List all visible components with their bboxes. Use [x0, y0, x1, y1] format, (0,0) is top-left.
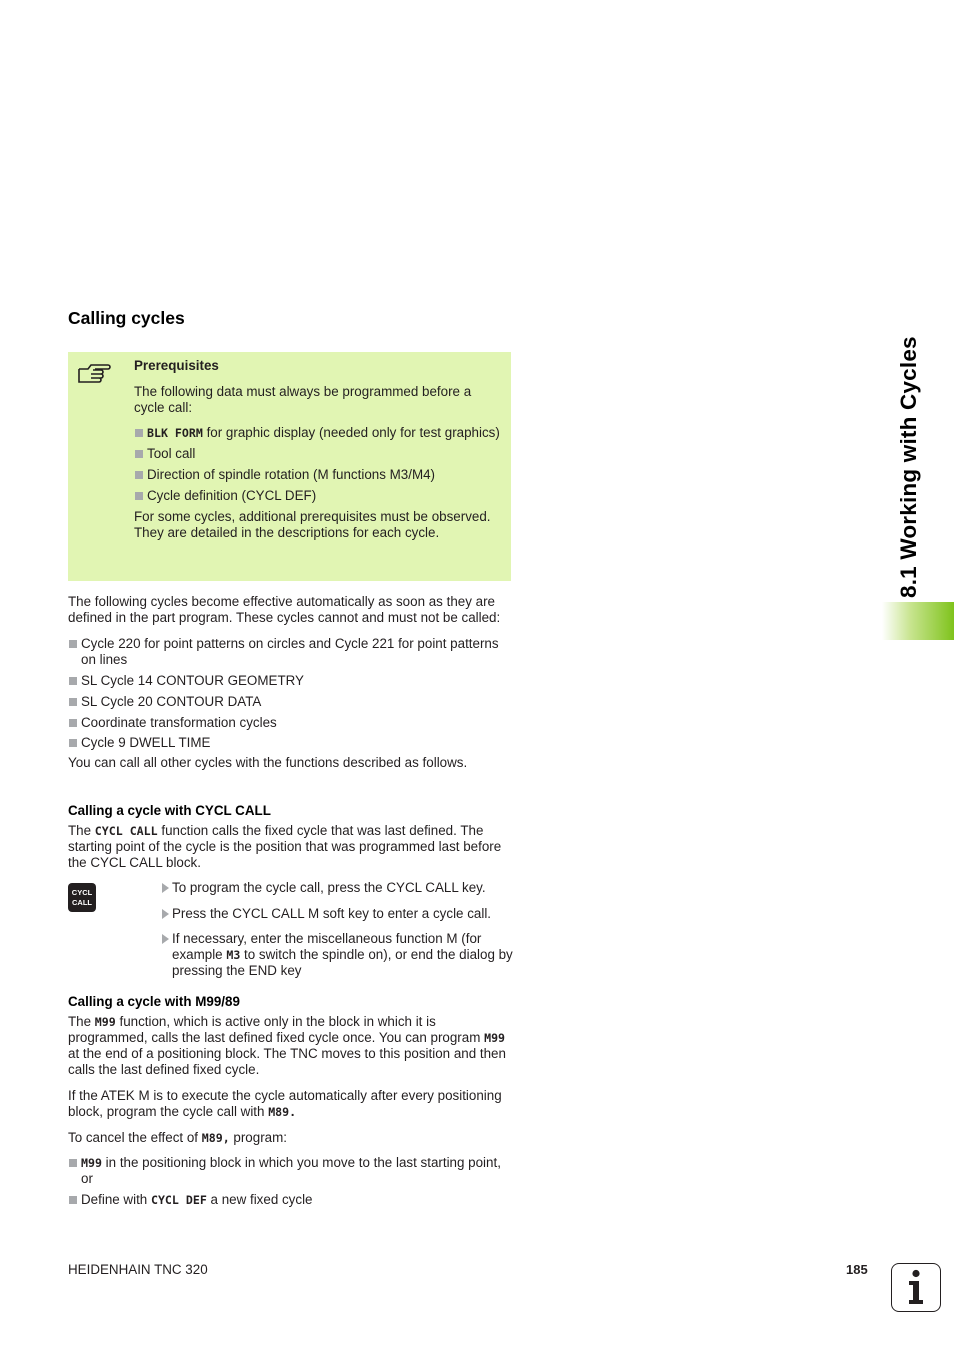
- auto-item: Coordinate transformation cycles: [68, 715, 513, 731]
- prerequisites-note: Prerequisites The following data must al…: [68, 352, 511, 581]
- m99-section: Calling a cycle with M99/89 The M99 func…: [68, 994, 513, 1208]
- auto-item: SL Cycle 20 CONTOUR DATA: [68, 694, 513, 710]
- section-title: Calling cycles: [68, 308, 185, 328]
- pointing-hand-icon: [78, 364, 111, 383]
- auto-item: SL Cycle 14 CONTOUR GEOMETRY: [68, 673, 513, 689]
- chapter-accent-bar: [882, 602, 954, 640]
- cycl-call-key-icon: CYCL CALL: [68, 883, 96, 912]
- note-outro: For some cycles, additional prerequisite…: [134, 509, 491, 540]
- footer-product: HEIDENHAIN TNC 320: [68, 1262, 208, 1277]
- chapter-tab: 8.1 Working with Cycles: [882, 300, 954, 640]
- step-item: To program the cycle call, press the CYC…: [158, 880, 518, 896]
- m99-paragraph-2: If the ATEK M is to execute the cycle au…: [68, 1088, 502, 1119]
- m99-paragraph-1: The M99 function, which is active only i…: [68, 1014, 506, 1077]
- info-glyph: [909, 1269, 923, 1304]
- info-icon: [891, 1263, 941, 1312]
- note-intro: The following data must always be progra…: [134, 384, 472, 415]
- m99-item: Define with CYCL DEF a new fixed cycle: [68, 1192, 513, 1208]
- cycl-call-steps: To program the cycle call, press the CYC…: [158, 880, 518, 979]
- note-title: Prerequisites: [134, 358, 219, 373]
- page-number: 185: [846, 1262, 868, 1277]
- cycl-call-paragraph: The CYCL CALL function calls the fixed c…: [68, 823, 502, 870]
- cycl-call-section: Calling a cycle with CYCL CALL The CYCL …: [68, 803, 513, 871]
- m99-heading: Calling a cycle with M99/89: [68, 994, 240, 1009]
- m99-paragraph-3: To cancel the effect of M89, program:: [68, 1130, 287, 1145]
- cycl-call-heading: Calling a cycle with CYCL CALL: [68, 803, 271, 818]
- note-item: Cycle definition (CYCL DEF): [134, 488, 504, 504]
- chapter-title: 8.1 Working with Cycles: [896, 336, 921, 598]
- auto-intro: The following cycles become effective au…: [68, 594, 501, 625]
- note-item: Tool call: [134, 446, 504, 462]
- auto-item: Cycle 9 DWELL TIME: [68, 735, 513, 751]
- note-item: BLK FORM for graphic display (needed onl…: [134, 425, 504, 441]
- auto-item: Cycle 220 for point patterns on circles …: [68, 636, 513, 668]
- step-item: If necessary, enter the miscellaneous fu…: [158, 931, 518, 979]
- note-item: Direction of spindle rotation (M functio…: [134, 467, 504, 483]
- auto-outro: You can call all other cycles with the f…: [68, 755, 468, 770]
- m99-item: M99 in the positioning block in which yo…: [68, 1155, 513, 1187]
- step-item: Press the CYCL CALL M soft key to enter …: [158, 906, 518, 922]
- auto-cycles-section: The following cycles become effective au…: [68, 594, 513, 771]
